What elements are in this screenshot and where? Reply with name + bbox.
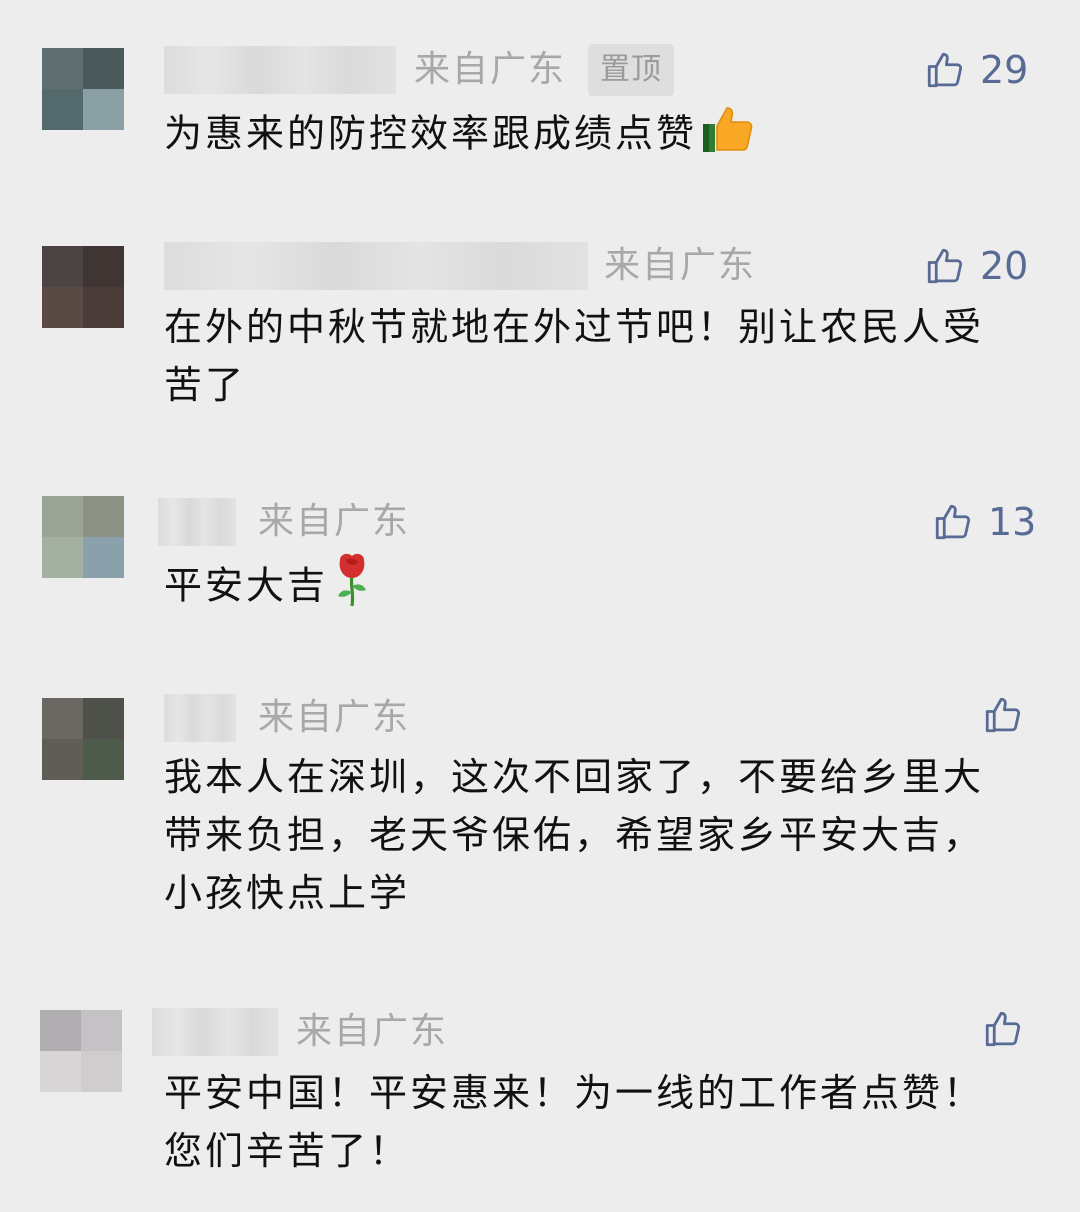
avatar-pixel bbox=[42, 246, 83, 287]
comment-text-content: 我本人在深圳，这次不回家了，不要给乡里大带来负担，老天爷保佑，希望家乡平安大吉，… bbox=[164, 755, 985, 915]
like-button[interactable]: 20 bbox=[924, 242, 1028, 290]
like-count: 29 bbox=[980, 48, 1029, 92]
location-label: 来自广东 bbox=[258, 697, 411, 738]
avatar-pixel bbox=[42, 739, 83, 780]
avatar[interactable] bbox=[42, 48, 124, 130]
pinned-badge: 置顶 bbox=[588, 44, 674, 96]
avatar-pixel bbox=[83, 287, 124, 328]
username-blurred[interactable] bbox=[164, 694, 236, 742]
comment-text-content: 在外的中秋节就地在外过节吧！别让农民人受苦了 bbox=[164, 305, 985, 407]
thumbs-up-emoji bbox=[701, 102, 757, 170]
location-label: 来自广东 bbox=[258, 501, 411, 542]
avatar-pixel bbox=[40, 1010, 81, 1051]
rose-emoji bbox=[332, 552, 372, 624]
comment-text: 平安大吉 bbox=[164, 552, 1024, 624]
location-label: 来自广东 bbox=[604, 245, 757, 286]
avatar-pixel bbox=[83, 89, 124, 130]
username-blurred[interactable] bbox=[152, 1008, 278, 1056]
avatar-pixel bbox=[81, 1051, 122, 1092]
comment-text: 在外的中秋节就地在外过节吧！别让农民人受苦了 bbox=[164, 298, 1024, 414]
comment-text: 平安中国！平安惠来！为一线的工作者点赞！您们辛苦了！ bbox=[164, 1064, 1024, 1180]
like-count: 13 bbox=[988, 500, 1037, 544]
location-label: 来自广东 bbox=[414, 49, 567, 90]
avatar-pixel bbox=[83, 48, 124, 89]
avatar-pixel bbox=[83, 537, 124, 578]
thumbs-up-icon bbox=[927, 248, 963, 284]
avatar-pixel bbox=[81, 1010, 122, 1051]
avatar-pixel bbox=[42, 89, 83, 130]
like-button[interactable] bbox=[982, 1008, 1038, 1050]
avatar-pixel bbox=[42, 287, 83, 328]
avatar-pixel bbox=[42, 537, 83, 578]
like-button[interactable]: 29 bbox=[924, 46, 1028, 94]
thumbs-up-icon bbox=[935, 504, 971, 540]
username-blurred[interactable] bbox=[158, 498, 236, 546]
avatar-pixel bbox=[83, 496, 124, 537]
like-button[interactable]: 13 bbox=[932, 498, 1036, 546]
comment-text: 为惠来的防控效率跟成绩点赞 bbox=[164, 102, 1024, 170]
location-label: 来自广东 bbox=[296, 1011, 449, 1052]
avatar[interactable] bbox=[42, 698, 124, 780]
avatar-pixel bbox=[83, 246, 124, 287]
thumbs-up-icon bbox=[985, 697, 1021, 733]
comment-text-content: 为惠来的防控效率跟成绩点赞 bbox=[164, 111, 698, 156]
like-button[interactable] bbox=[982, 694, 1038, 736]
avatar[interactable] bbox=[42, 496, 124, 578]
avatar[interactable] bbox=[40, 1010, 122, 1092]
thumbs-up-icon bbox=[985, 1011, 1021, 1047]
comment-text-content: 平安大吉 bbox=[164, 563, 329, 608]
comment-text: 我本人在深圳，这次不回家了，不要给乡里大带来负担，老天爷保佑，希望家乡平安大吉，… bbox=[164, 748, 1024, 922]
avatar-pixel bbox=[42, 48, 83, 89]
avatar-pixel bbox=[42, 698, 83, 739]
comment-text-content: 平安中国！平安惠来！为一线的工作者点赞！您们辛苦了！ bbox=[164, 1071, 985, 1173]
username-blurred[interactable] bbox=[164, 46, 396, 94]
username-blurred[interactable] bbox=[164, 242, 588, 290]
avatar-pixel bbox=[83, 698, 124, 739]
avatar-pixel bbox=[83, 739, 124, 780]
avatar-pixel bbox=[40, 1051, 81, 1092]
avatar[interactable] bbox=[42, 246, 124, 328]
avatar-pixel bbox=[42, 496, 83, 537]
thumbs-up-icon bbox=[927, 52, 963, 88]
like-count: 20 bbox=[980, 244, 1029, 288]
